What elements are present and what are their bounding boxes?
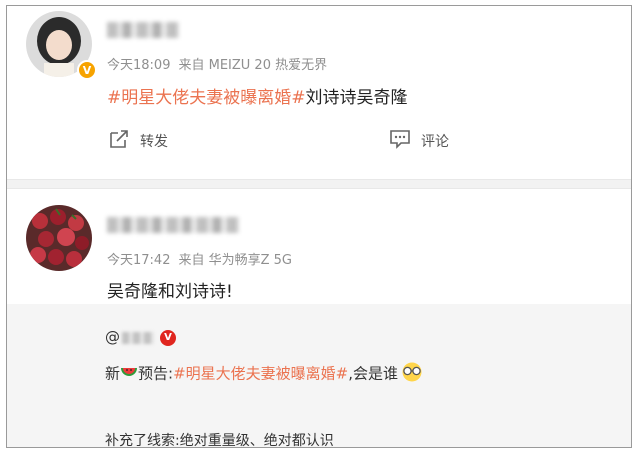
mention-at[interactable]: @ xyxy=(105,328,120,346)
quote-suffix: ,会是谁 xyxy=(348,364,398,383)
comment-button[interactable]: 评论 xyxy=(389,129,449,153)
username2-blurred[interactable] xyxy=(107,217,239,233)
post2-text: 吴奇隆和刘诗诗! xyxy=(107,282,233,302)
verified-red-badge: V xyxy=(160,329,176,346)
mention-handle-blurred[interactable] xyxy=(122,331,154,344)
post1-source: 来自 MEIZU 20 热爱无界 xyxy=(178,58,328,73)
quoted-post[interactable]: @ V 新 预告:#明星大佬夫妻被曝离婚#,会是谁 补充了线索:绝对重量级、绝对都… xyxy=(7,304,631,448)
quote-prefix: 新 xyxy=(105,364,121,383)
glasses-emoji xyxy=(400,362,424,386)
quote-line3: 补充了线索:绝对重量级、绝对都认识 xyxy=(105,433,334,448)
comment-icon xyxy=(389,129,411,153)
quote-hashtag[interactable]: #明星大佬夫妻被曝离婚# xyxy=(173,365,348,383)
quote-middle: 预告: xyxy=(138,364,174,383)
comment-label: 评论 xyxy=(421,134,449,150)
post2-source: 来自 华为畅享Z 5G xyxy=(178,253,292,268)
post-divider xyxy=(7,179,631,189)
post1-meta: 今天18:09 来自 MEIZU 20 热爱无界 xyxy=(107,54,327,73)
quote-mention-line: @ V xyxy=(105,328,176,346)
post2-time: 今天17:42 xyxy=(107,253,171,268)
username-blurred[interactable] xyxy=(107,22,179,38)
verified-badge: V xyxy=(77,60,97,80)
post1-time: 今天18:09 xyxy=(107,58,171,73)
repost-label: 转发 xyxy=(140,134,168,150)
avatar-user2[interactable] xyxy=(26,205,92,271)
post1-text: #明星大佬夫妻被曝离婚#刘诗诗吴奇隆 xyxy=(107,83,408,108)
post1-hashtag[interactable]: #明星大佬夫妻被曝离婚# xyxy=(107,88,306,108)
repost-button[interactable]: 转发 xyxy=(108,129,168,153)
watermelon-emoji xyxy=(120,364,138,384)
screenshot-frame: V 今天18:09 来自 MEIZU 20 热爱无界 #明星大佬夫妻被曝离婚#刘诗… xyxy=(6,5,632,448)
quote-line1: 新 预告:#明星大佬夫妻被曝离婚#,会是谁 xyxy=(105,362,424,386)
post1-text-after: 刘诗诗吴奇隆 xyxy=(305,88,408,108)
repost-icon xyxy=(108,129,130,153)
post2-meta: 今天17:42 来自 华为畅享Z 5G xyxy=(107,249,292,268)
